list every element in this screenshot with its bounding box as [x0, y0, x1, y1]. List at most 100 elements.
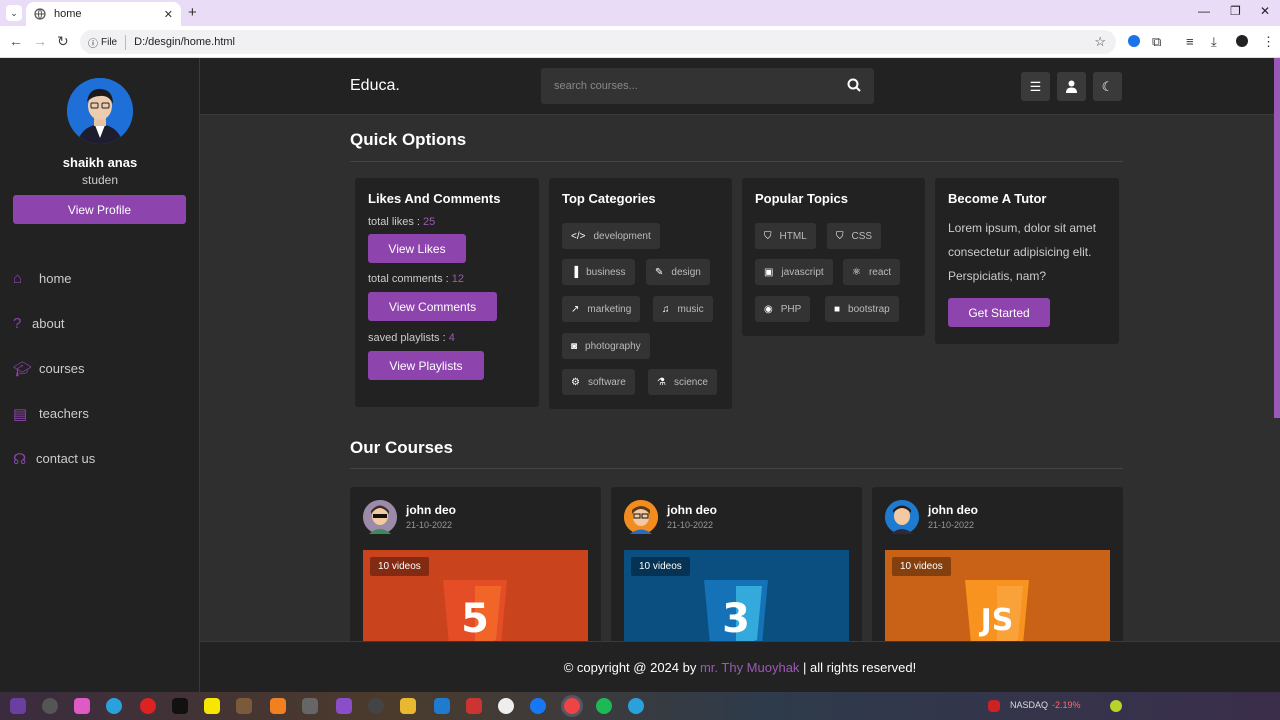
- video-count-badge: 10 videos: [370, 557, 429, 576]
- chrome-icon[interactable]: [564, 698, 580, 714]
- sidebar-item-label: about: [32, 316, 65, 331]
- forward-icon[interactable]: →: [33, 33, 47, 49]
- topic-react[interactable]: ⚛ react: [843, 259, 901, 285]
- visual-studio-icon[interactable]: [336, 698, 352, 714]
- sidebar-item-label: teachers: [39, 406, 89, 421]
- app-icon[interactable]: [302, 698, 318, 714]
- quick-options-title: Quick Options: [350, 130, 467, 149]
- category-science[interactable]: ⚗ science: [648, 369, 717, 395]
- back-icon[interactable]: ←: [9, 33, 23, 49]
- category-photography[interactable]: ◙ photography: [562, 333, 650, 359]
- new-tab-button[interactable]: +: [188, 4, 197, 21]
- course-card[interactable]: john deo 21-10-2022 10 videos 3: [611, 487, 862, 647]
- sidebar-item-about[interactable]: ? about: [13, 301, 95, 346]
- theme-toggle-button[interactable]: ☾: [1093, 72, 1122, 101]
- sidebar-item-contact[interactable]: ☊ contact us: [13, 436, 95, 481]
- course-thumbnail[interactable]: 10 videos 3: [624, 550, 849, 647]
- browser-tab[interactable]: home ✕: [26, 2, 181, 26]
- opera-icon[interactable]: [140, 698, 156, 714]
- likes-box-title: Likes And Comments: [368, 191, 501, 206]
- tutor-title: Become A Tutor: [948, 191, 1047, 206]
- search-icon[interactable]: [847, 78, 861, 95]
- browser-menu-icon[interactable]: ⋮: [1262, 34, 1275, 50]
- course-card[interactable]: john deo 21-10-2022 10 videos 5: [350, 487, 601, 647]
- view-playlists-button[interactable]: View Playlists: [368, 351, 484, 380]
- search-input[interactable]: [554, 80, 834, 92]
- tiktok-icon[interactable]: [172, 698, 188, 714]
- logo[interactable]: Educa.: [350, 77, 400, 95]
- author-link[interactable]: mr. Thy Muoyhak: [700, 660, 799, 675]
- chart-line-icon: ↗: [571, 303, 580, 315]
- minimize-button[interactable]: —: [1198, 4, 1210, 18]
- sidebar-item-label: courses: [39, 361, 85, 376]
- category-development[interactable]: </> development: [562, 223, 660, 249]
- copilot-icon[interactable]: [74, 698, 90, 714]
- copyright-text: © copyright @ 2024 by: [563, 659, 700, 675]
- snapchat-icon[interactable]: [204, 698, 220, 714]
- site-info-chip[interactable]: ⓘ File: [88, 34, 127, 50]
- bookmark-star-icon[interactable]: ☆: [1094, 34, 1106, 50]
- close-window-button[interactable]: ✕: [1260, 4, 1270, 18]
- total-likes-label: total likes :: [368, 216, 424, 228]
- start-icon[interactable]: [10, 698, 26, 714]
- search-icon[interactable]: [42, 698, 58, 714]
- sidebar-item-home[interactable]: ⌂ home: [13, 256, 95, 301]
- view-comments-button[interactable]: View Comments: [368, 292, 497, 321]
- topic-javascript[interactable]: ▣ javascript: [755, 259, 833, 285]
- extension-icon[interactable]: [1128, 35, 1140, 47]
- profile-photo: [67, 78, 133, 144]
- close-tab-icon[interactable]: ✕: [164, 8, 173, 21]
- topic-php[interactable]: ◉ PHP: [755, 296, 811, 322]
- tray-icon[interactable]: [1110, 700, 1122, 712]
- tab-search-icon[interactable]: ⌄: [6, 5, 22, 21]
- telegram-icon[interactable]: [106, 698, 122, 714]
- topic-css[interactable]: ⛉ CSS: [827, 223, 882, 249]
- sidebar-item-courses[interactable]: 🎓︎ courses: [13, 346, 95, 391]
- reading-list-icon[interactable]: ≡: [1186, 34, 1194, 49]
- get-started-button[interactable]: Get Started: [948, 298, 1050, 327]
- app-icon[interactable]: [368, 698, 384, 714]
- vscode-icon[interactable]: [434, 698, 450, 714]
- saved-playlists: saved playlists : 4: [368, 332, 526, 344]
- sidebar-item-teachers[interactable]: ▤ teachers: [13, 391, 95, 436]
- file-explorer-icon[interactable]: [400, 698, 416, 714]
- chalkboard-teacher-icon: ▤: [13, 405, 28, 423]
- search-bar: [541, 68, 874, 104]
- category-music[interactable]: ♫ music: [653, 296, 713, 322]
- reload-icon[interactable]: ↻: [57, 33, 69, 50]
- music-icon: ♫: [662, 303, 670, 315]
- rights-text: | all rights reserved!: [799, 659, 917, 675]
- total-comments-value: 12: [451, 273, 465, 285]
- course-thumbnail[interactable]: 10 videos JS: [885, 550, 1110, 647]
- course-date: 21-10-2022: [928, 520, 975, 530]
- extensions-puzzle-icon[interactable]: ⧉: [1152, 34, 1161, 50]
- url-text: D:/desgin/home.html: [134, 36, 236, 48]
- facebook-icon[interactable]: [530, 698, 546, 714]
- category-business[interactable]: ▐ business: [562, 259, 635, 285]
- restore-button[interactable]: ❐: [1230, 4, 1241, 18]
- scrollbar[interactable]: [1274, 58, 1280, 418]
- url-field[interactable]: ⓘ File D:/desgin/home.html ☆: [80, 30, 1116, 54]
- category-design[interactable]: ✎ design: [646, 259, 710, 285]
- app-icon[interactable]: [466, 698, 482, 714]
- category-software[interactable]: ⚙ software: [562, 369, 635, 395]
- course-card[interactable]: john deo 21-10-2022 10 videos JS: [872, 487, 1123, 647]
- download-icon[interactable]: ⤓: [1211, 34, 1217, 50]
- category-marketing[interactable]: ↗ marketing: [562, 296, 641, 322]
- view-profile-button[interactable]: View Profile: [13, 195, 186, 224]
- app-icon[interactable]: [270, 698, 286, 714]
- topic-html[interactable]: ⛉ HTML: [755, 223, 816, 249]
- spotify-icon[interactable]: [596, 698, 612, 714]
- telegram-icon[interactable]: [628, 698, 644, 714]
- menu-button[interactable]: ☰: [1021, 72, 1050, 101]
- topic-bootstrap[interactable]: ■ bootstrap: [825, 296, 899, 322]
- user-button[interactable]: [1057, 72, 1086, 101]
- view-likes-button[interactable]: View Likes: [368, 234, 466, 263]
- game-icon[interactable]: [236, 698, 252, 714]
- profile-avatar-icon[interactable]: [1236, 35, 1248, 47]
- avatar: [363, 500, 397, 534]
- tag-label: business: [586, 266, 626, 278]
- css3-icon: ⛉: [836, 230, 844, 242]
- course-thumbnail[interactable]: 10 videos 5: [363, 550, 588, 647]
- app-icon[interactable]: [498, 698, 514, 714]
